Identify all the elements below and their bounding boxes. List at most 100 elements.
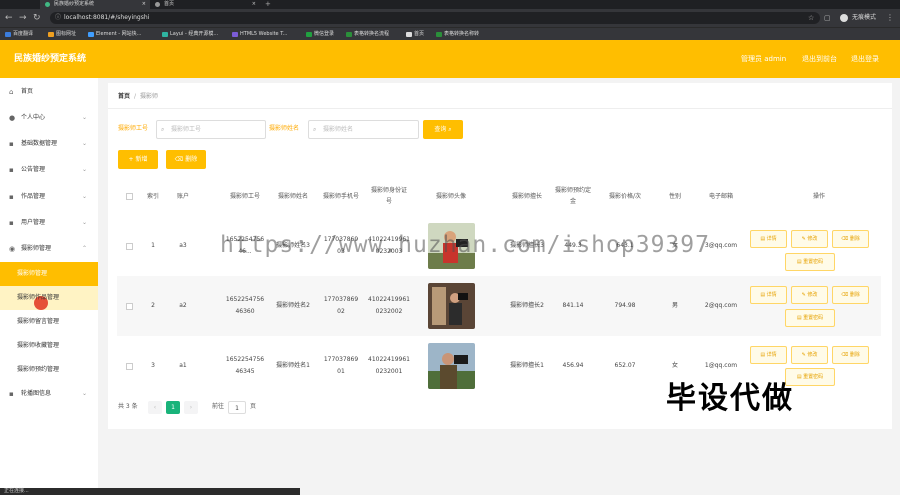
url-field[interactable]: ⓘ localhost:8081/#/sheyingshi xyxy=(50,12,820,24)
row-checkbox[interactable] xyxy=(125,302,133,310)
detail-button[interactable]: ▤ 详情 xyxy=(750,346,787,364)
breadcrumb-home[interactable]: 首页 xyxy=(118,93,130,100)
photographer-name-input[interactable]: ⌕ 摄影师姓名 xyxy=(308,120,419,139)
back-icon[interactable]: ← xyxy=(5,12,13,24)
detail-button[interactable]: ▤ 详情 xyxy=(750,286,787,304)
col-header[interactable]: 摄影师姓名 xyxy=(269,176,317,216)
page-number-button[interactable]: 1 xyxy=(166,401,180,414)
bookmark-icon xyxy=(5,32,11,37)
sidebar-item-notice[interactable]: ▪ 公告管理 ⌄ xyxy=(0,157,98,183)
col-header[interactable]: 摄影师手机号 xyxy=(317,176,365,216)
col-header[interactable]: 摄影师头像 xyxy=(423,176,479,216)
cell-specialty: 摄影师擅长2 xyxy=(510,302,544,309)
tab-title: 民族婚纱预定系统 xyxy=(54,1,95,7)
select-all-checkbox[interactable] xyxy=(125,192,133,200)
close-tab-icon[interactable]: × xyxy=(142,0,146,9)
sidebar-subitem-photographer[interactable]: 摄影师管理 xyxy=(0,262,98,286)
sidebar-item-photographers[interactable]: ◉ 摄影师管理 ⌃ xyxy=(0,236,98,262)
reload-icon[interactable]: ↻ xyxy=(33,12,41,24)
sidebar-subitem-bookings[interactable]: 摄影师预约管理 xyxy=(0,358,98,382)
row-delete-button[interactable]: ⌫ 删除 xyxy=(832,230,869,248)
tab-title: 首页 xyxy=(164,1,175,7)
reset-password-button[interactable]: ▤ 重置密码 xyxy=(785,253,835,271)
edit-button[interactable]: ✎ 修改 xyxy=(791,286,828,304)
col-header-label: 摄影师姓名 xyxy=(277,192,308,200)
photographer-avatar[interactable] xyxy=(427,283,475,329)
sidebar-item-profile[interactable]: ● 个人中心 ⌄ xyxy=(0,105,98,131)
delete-label: 删除 xyxy=(849,352,860,358)
sidebar-item-basic-data[interactable]: ▪ 基础数据管理 ⌄ xyxy=(0,131,98,157)
home-icon: ⌂ xyxy=(9,88,14,96)
bookmarks-bar: 百度翻译 图标网址 Element - 网站快... Layui - 经典开源模… xyxy=(0,27,900,40)
star-icon[interactable]: ☆ xyxy=(808,12,814,24)
browser-tab-active[interactable]: 民族婚纱预定系统 × xyxy=(40,0,150,9)
app-title: 民族婚纱预定系统 xyxy=(14,54,87,64)
prev-page-button[interactable]: ‹ xyxy=(148,401,162,414)
page-unit-label: 页 xyxy=(250,403,257,410)
photographer-id-input[interactable]: ⌕ 摄影师工号 xyxy=(156,120,266,139)
close-tab-icon[interactable]: × xyxy=(252,0,256,9)
photographer-avatar[interactable] xyxy=(427,343,475,389)
sidebar-subitem-works[interactable]: 摄影师作品管理 xyxy=(0,286,98,310)
row-checkbox[interactable] xyxy=(125,242,133,250)
logout-link[interactable]: 退出登录 xyxy=(851,40,879,78)
sidebar-subitem-label: 摄影师预约管理 xyxy=(17,366,60,373)
profile-button[interactable]: 无痕模式 xyxy=(840,12,876,24)
row-checkbox[interactable] xyxy=(125,362,133,370)
sidebar-item-users[interactable]: ▪ 用户管理 ⌄ xyxy=(0,210,98,236)
address-bar-row: ← → ↻ ⓘ localhost:8081/#/sheyingshi ☆ ▢ … xyxy=(0,9,900,27)
sidebar-item-works[interactable]: ▪ 作品管理 ⌄ xyxy=(0,184,98,210)
row-delete-button[interactable]: ⌫ 删除 xyxy=(832,346,869,364)
row-delete-button[interactable]: ⌫ 删除 xyxy=(832,286,869,304)
col-header[interactable]: 摄影师擅长 xyxy=(503,176,551,216)
sidebar-subitem-label: 摄影师管理 xyxy=(17,270,48,277)
sidebar-subitem-favorites[interactable]: 摄影师收藏管理 xyxy=(0,334,98,358)
col-header[interactable]: 账户 xyxy=(167,176,199,216)
delete-button[interactable]: ⌫ 删除 xyxy=(166,150,206,169)
back-to-front-link[interactable]: 退出到前台 xyxy=(802,40,837,78)
col-header[interactable]: 摄影价格/次 xyxy=(597,176,653,216)
extensions-icon[interactable]: ▢ xyxy=(824,12,831,24)
delete-label: 删除 xyxy=(185,156,198,163)
promo-text: 毕设代做 xyxy=(666,381,794,416)
sidebar-subitem-messages[interactable]: 摄影师留言管理 xyxy=(0,310,98,334)
edit-button[interactable]: ✎ 修改 xyxy=(791,346,828,364)
col-header[interactable]: 索引 xyxy=(141,176,165,216)
menu-icon[interactable]: ⋮ xyxy=(886,12,894,24)
goto-page-input[interactable]: 1 xyxy=(228,401,246,414)
edit-label: 修改 xyxy=(807,236,818,242)
col-header-label: 账户 xyxy=(176,192,189,200)
url-text: localhost:8081/#/sheyingshi xyxy=(64,14,150,21)
users-icon: ▪ xyxy=(9,219,14,227)
input-placeholder: 摄影师工号 xyxy=(171,126,202,133)
cell-avatar xyxy=(423,336,479,396)
bookmark-label: 表格转换名称转 xyxy=(444,31,480,37)
col-header[interactable]: 性别 xyxy=(653,176,697,216)
bookmark-label: Element - 网站快... xyxy=(96,31,142,37)
sidebar-item-carousel[interactable]: ▪ 轮播图信息 ⌄ xyxy=(0,381,98,407)
col-header[interactable]: 摄影师预约定金 xyxy=(551,176,595,216)
edit-button[interactable]: ✎ 修改 xyxy=(791,230,828,248)
col-header-label: 摄影师擅长 xyxy=(511,192,542,200)
new-tab-button[interactable]: + xyxy=(262,0,274,9)
sidebar-item-home[interactable]: ⌂ 首页 xyxy=(0,79,98,105)
col-header[interactable]: 摄影师身份证号 xyxy=(365,176,413,216)
next-page-button[interactable]: › xyxy=(184,401,198,414)
add-button[interactable]: + 新增 xyxy=(118,150,158,169)
browser-tab-strip: 民族婚纱预定系统 × 首页 × + xyxy=(0,0,900,9)
detail-label: 详情 xyxy=(766,352,777,358)
col-header[interactable]: 摄影师工号 xyxy=(221,176,269,216)
vue-favicon-icon xyxy=(45,2,50,7)
reset-password-button[interactable]: ▤ 重置密码 xyxy=(785,309,835,327)
forward-icon[interactable]: → xyxy=(19,12,27,24)
cell-price: 794.98 xyxy=(614,302,636,309)
col-header[interactable]: 电子邮箱 xyxy=(697,176,745,216)
reset-icon: ▤ xyxy=(796,259,802,265)
pagination-total: 共 3 条 xyxy=(118,403,138,410)
detail-button[interactable]: ▤ 详情 xyxy=(750,230,787,248)
bookmark-icon xyxy=(48,32,54,37)
browser-tab[interactable]: 首页 × xyxy=(150,0,260,9)
bookmark-icon xyxy=(436,32,442,37)
sidebar-item-label: 首页 xyxy=(21,88,34,95)
query-button[interactable]: 查询 ⌕ xyxy=(423,120,463,139)
